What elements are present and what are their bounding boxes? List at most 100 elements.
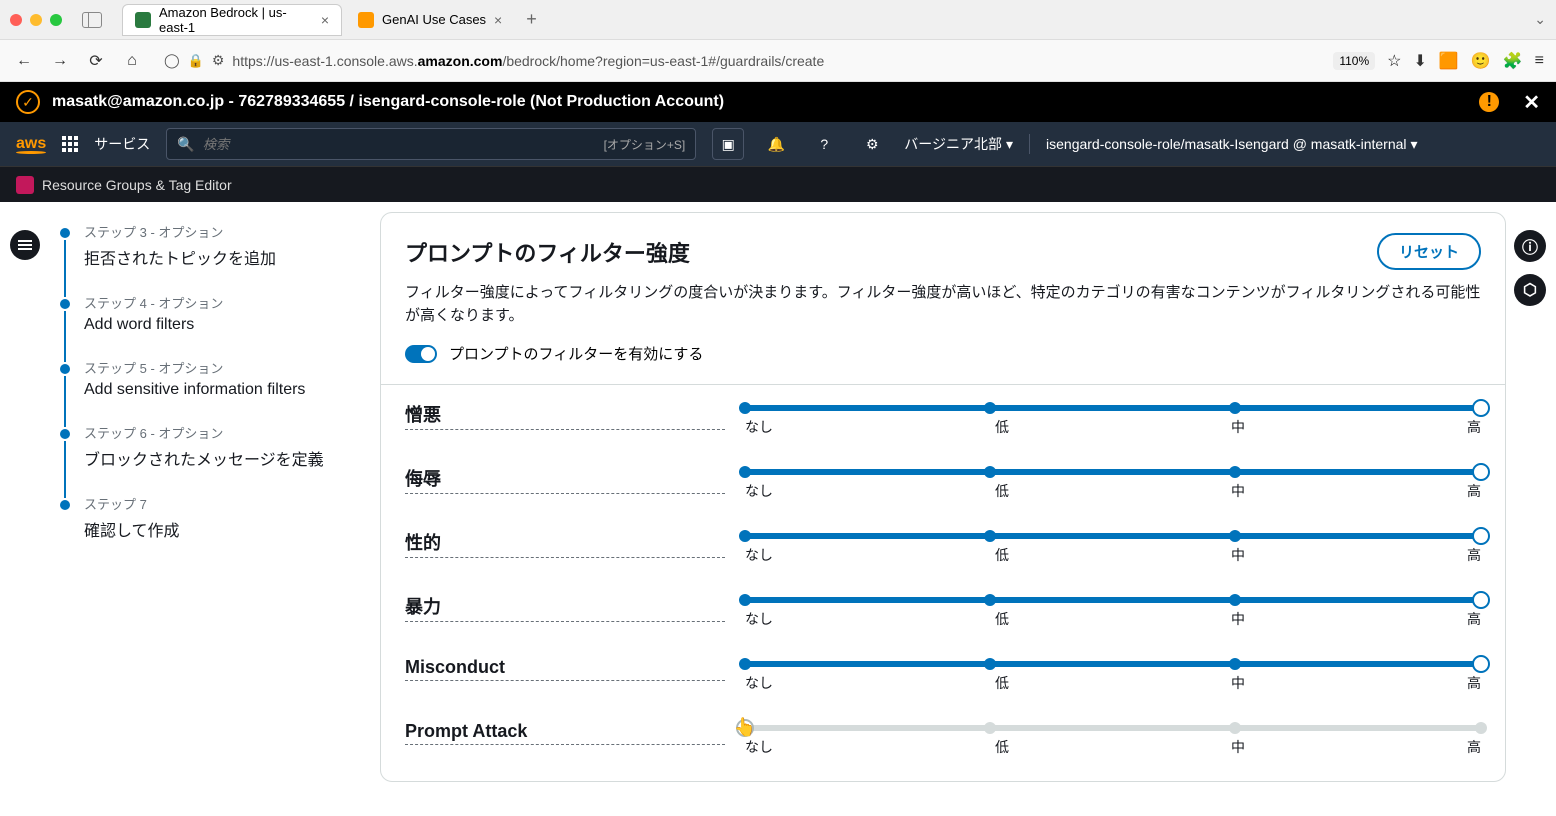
filter-name: 憎悪 — [405, 401, 725, 430]
extension-icon[interactable]: 🟧 — [1439, 51, 1459, 71]
close-tab-icon[interactable]: × — [321, 12, 329, 28]
forward-button[interactable]: → — [48, 52, 72, 70]
slider-label-mid: 中 — [1231, 609, 1245, 629]
slider-tick — [739, 594, 751, 606]
step-label: ステップ 5 - オプション — [84, 358, 350, 377]
services-link[interactable]: サービス — [94, 134, 150, 154]
tab-title: Amazon Bedrock | us-east-1 — [159, 5, 313, 35]
slider-label-high: 高 — [1467, 417, 1481, 437]
url-field[interactable]: ◯ 🔒 ⚙ https://us-east-1.console.aws.amaz… — [156, 52, 1321, 69]
extensions-icon[interactable]: 🧩 — [1503, 51, 1523, 71]
filter-slider[interactable]: 👆なし低中高 — [745, 721, 1481, 757]
slider-tick — [984, 658, 996, 670]
step-title: ブロックされたメッセージを定義 — [84, 446, 350, 470]
slider-label-none: なし — [745, 737, 773, 757]
new-tab-button[interactable]: + — [526, 9, 537, 30]
help-icon[interactable]: ? — [808, 128, 840, 160]
slider-label-low: 低 — [995, 737, 1009, 757]
slider-label-high: 高 — [1467, 737, 1481, 757]
filter-name: 性的 — [405, 529, 725, 558]
step-label: ステップ 7 — [84, 494, 350, 513]
slider-thumb[interactable] — [1472, 527, 1490, 545]
step-label: ステップ 6 - オプション — [84, 423, 350, 442]
reload-button[interactable]: ⟳ — [84, 51, 108, 71]
slider-tick — [739, 658, 751, 670]
slider-thumb[interactable] — [1472, 463, 1490, 481]
panel-description: フィルター強度によってフィルタリングの度合いが決まります。フィルター強度が高いほ… — [405, 282, 1481, 327]
step-label: ステップ 3 - オプション — [84, 222, 350, 241]
tab-favicon-icon — [358, 12, 374, 28]
filter-slider[interactable]: なし低中高 — [745, 465, 1481, 501]
filter-slider[interactable]: なし低中高 — [745, 529, 1481, 565]
slider-tick — [984, 722, 996, 734]
wizard-step[interactable]: ステップ 5 - オプションAdd sensitive information … — [60, 358, 350, 399]
browser-tab-active[interactable]: Amazon Bedrock | us-east-1 × — [122, 4, 342, 36]
menu-icon[interactable]: ≡ — [1535, 52, 1544, 70]
services-grid-icon[interactable] — [62, 136, 78, 152]
step-title: 拒否されたトピックを追加 — [84, 245, 350, 269]
warning-icon[interactable]: ! — [1479, 92, 1499, 112]
wizard-sidebar: ステップ 3 - オプション拒否されたトピックを追加ステップ 4 - オプション… — [0, 202, 370, 816]
content-area: プロンプトのフィルター強度 リセット フィルター強度によってフィルタリングの度合… — [370, 202, 1556, 816]
filter-name: Misconduct — [405, 657, 725, 681]
close-banner-icon[interactable]: ✕ — [1523, 90, 1540, 115]
download-icon[interactable]: ⬇ — [1413, 51, 1426, 71]
slider-thumb[interactable] — [1472, 591, 1490, 609]
slider-tick — [1229, 722, 1241, 734]
minimize-window-button[interactable] — [30, 14, 42, 26]
role-selector[interactable]: isengard-console-role/masatk-Isengard @ … — [1046, 136, 1418, 153]
slider-label-high: 高 — [1467, 609, 1481, 629]
toggle-label: プロンプトのフィルターを有効にする — [449, 343, 703, 364]
tab-title: GenAI Use Cases — [382, 12, 486, 27]
resource-groups-label: Resource Groups & Tag Editor — [42, 177, 232, 193]
browser-toolbar: ← → ⟳ ⌂ ◯ 🔒 ⚙ https://us-east-1.console.… — [0, 40, 1556, 82]
search-box[interactable]: 🔍 [オプション+S] — [166, 128, 696, 160]
settings-floating-button[interactable]: ⬡ — [1514, 274, 1546, 306]
tabs-overflow-icon[interactable]: ⌄ — [1534, 11, 1546, 28]
window-controls — [10, 14, 62, 26]
slider-thumb[interactable] — [1472, 399, 1490, 417]
resource-groups-icon — [16, 176, 34, 194]
filter-slider[interactable]: なし低中高 — [745, 657, 1481, 693]
cloudshell-icon[interactable]: ▣ — [712, 128, 744, 160]
slider-thumb[interactable] — [1472, 655, 1490, 673]
slider-label-none: なし — [745, 673, 773, 693]
reset-button[interactable]: リセット — [1377, 233, 1481, 270]
wizard-step[interactable]: ステップ 4 - オプションAdd word filters — [60, 293, 350, 334]
sidebar-toggle-icon[interactable] — [82, 12, 102, 28]
zoom-badge[interactable]: 110% — [1333, 52, 1375, 70]
close-window-button[interactable] — [10, 14, 22, 26]
extension-icon[interactable]: 🙂 — [1471, 51, 1491, 71]
filter-row: 性的なし低中高 — [405, 529, 1481, 565]
settings-icon[interactable]: ⚙ — [856, 128, 888, 160]
home-button[interactable]: ⌂ — [120, 52, 144, 70]
info-button[interactable]: ⓘ — [1514, 230, 1546, 262]
close-tab-icon[interactable]: × — [494, 12, 502, 28]
search-input[interactable] — [203, 137, 596, 152]
back-button[interactable]: ← — [12, 52, 36, 70]
slider-label-none: なし — [745, 609, 773, 629]
cursor-icon: 👆 — [734, 717, 756, 738]
filter-name: 暴力 — [405, 593, 725, 622]
filter-row: Misconduct なし低中高 — [405, 657, 1481, 693]
wizard-step[interactable]: ステップ 7確認して作成 — [60, 494, 350, 541]
resource-groups-bar[interactable]: Resource Groups & Tag Editor — [0, 166, 1556, 202]
notifications-icon[interactable]: 🔔 — [760, 128, 792, 160]
wizard-step[interactable]: ステップ 3 - オプション拒否されたトピックを追加 — [60, 222, 350, 269]
filter-row: 暴力なし低中高 — [405, 593, 1481, 629]
slider-label-none: なし — [745, 545, 773, 565]
aws-logo[interactable]: aws — [16, 135, 46, 154]
maximize-window-button[interactable] — [50, 14, 62, 26]
slider-label-mid: 中 — [1231, 417, 1245, 437]
slider-label-mid: 中 — [1231, 673, 1245, 693]
slider-label-low: 低 — [995, 545, 1009, 565]
filter-slider[interactable]: なし低中高 — [745, 593, 1481, 629]
sidebar-hamburger-button[interactable] — [10, 230, 40, 260]
browser-tab[interactable]: GenAI Use Cases × — [346, 4, 514, 36]
enable-filter-toggle[interactable] — [405, 345, 437, 363]
bookmark-icon[interactable]: ☆ — [1387, 51, 1401, 71]
wizard-step[interactable]: ステップ 6 - オプションブロックされたメッセージを定義 — [60, 423, 350, 470]
region-selector[interactable]: バージニア北部▾ — [904, 134, 1013, 154]
step-title: Add word filters — [84, 316, 350, 334]
filter-slider[interactable]: なし低中高 — [745, 401, 1481, 437]
